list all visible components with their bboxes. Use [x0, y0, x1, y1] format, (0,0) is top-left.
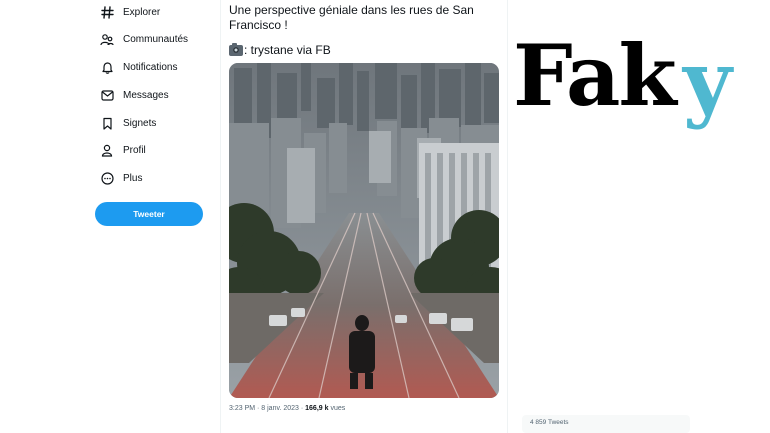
person-icon — [100, 143, 114, 157]
nav-label: Plus — [123, 172, 143, 184]
nav-label: Profil — [123, 144, 146, 156]
nav-label: Signets — [123, 117, 157, 129]
column-divider-right — [507, 0, 508, 433]
nav-label: Notifications — [123, 61, 178, 73]
nav-item-bookmarks[interactable]: Signets — [100, 112, 156, 134]
column-divider-left — [220, 0, 221, 433]
camera-icon — [229, 42, 243, 56]
hashtag-icon — [100, 5, 114, 19]
view-label: vues — [328, 405, 346, 412]
bookmark-icon — [100, 116, 114, 130]
nav-label: Communautés — [123, 33, 189, 45]
tweet-text: Une perspective géniale dans les rues de… — [229, 3, 474, 32]
tweet-timestamp: 3:23 PM · 8 janv. 2023 · — [229, 405, 306, 412]
communities-icon — [100, 32, 114, 46]
nav-item-messages[interactable]: Messages — [100, 84, 169, 106]
bell-icon — [100, 60, 114, 74]
tweets-count: 4 859 Tweets — [530, 419, 569, 426]
nav-label: Messages — [123, 89, 169, 101]
tweet-button[interactable]: Tweeter — [95, 202, 203, 226]
photo-credit-text: : trystane via FB — [244, 43, 331, 57]
street-perspective-image — [229, 63, 499, 398]
nav-item-notifications[interactable]: Notifications — [100, 56, 177, 78]
tweet-meta: 3:23 PM · 8 janv. 2023 · 166,9 k vues — [229, 405, 345, 412]
view-count: 166,9 k — [305, 405, 329, 412]
nav-item-profile[interactable]: Profil — [100, 139, 146, 161]
nav-item-explorer[interactable]: Explorer — [100, 1, 160, 23]
nav-item-more[interactable]: Plus — [100, 167, 142, 189]
faky-logo: Fak y — [513, 32, 763, 152]
left-navigation: Explorer Communautés Notifications Messa… — [0, 0, 220, 433]
nav-label: Explorer — [123, 6, 161, 18]
logo-text-accent: y — [683, 32, 732, 131]
nav-item-communities[interactable]: Communautés — [100, 28, 188, 50]
photo-credit: : trystane via FB — [229, 42, 331, 57]
tweet-photo[interactable] — [229, 63, 499, 398]
envelope-icon — [100, 88, 114, 102]
more-circle-icon — [100, 171, 114, 185]
logo-text-main: Fak — [513, 26, 677, 125]
